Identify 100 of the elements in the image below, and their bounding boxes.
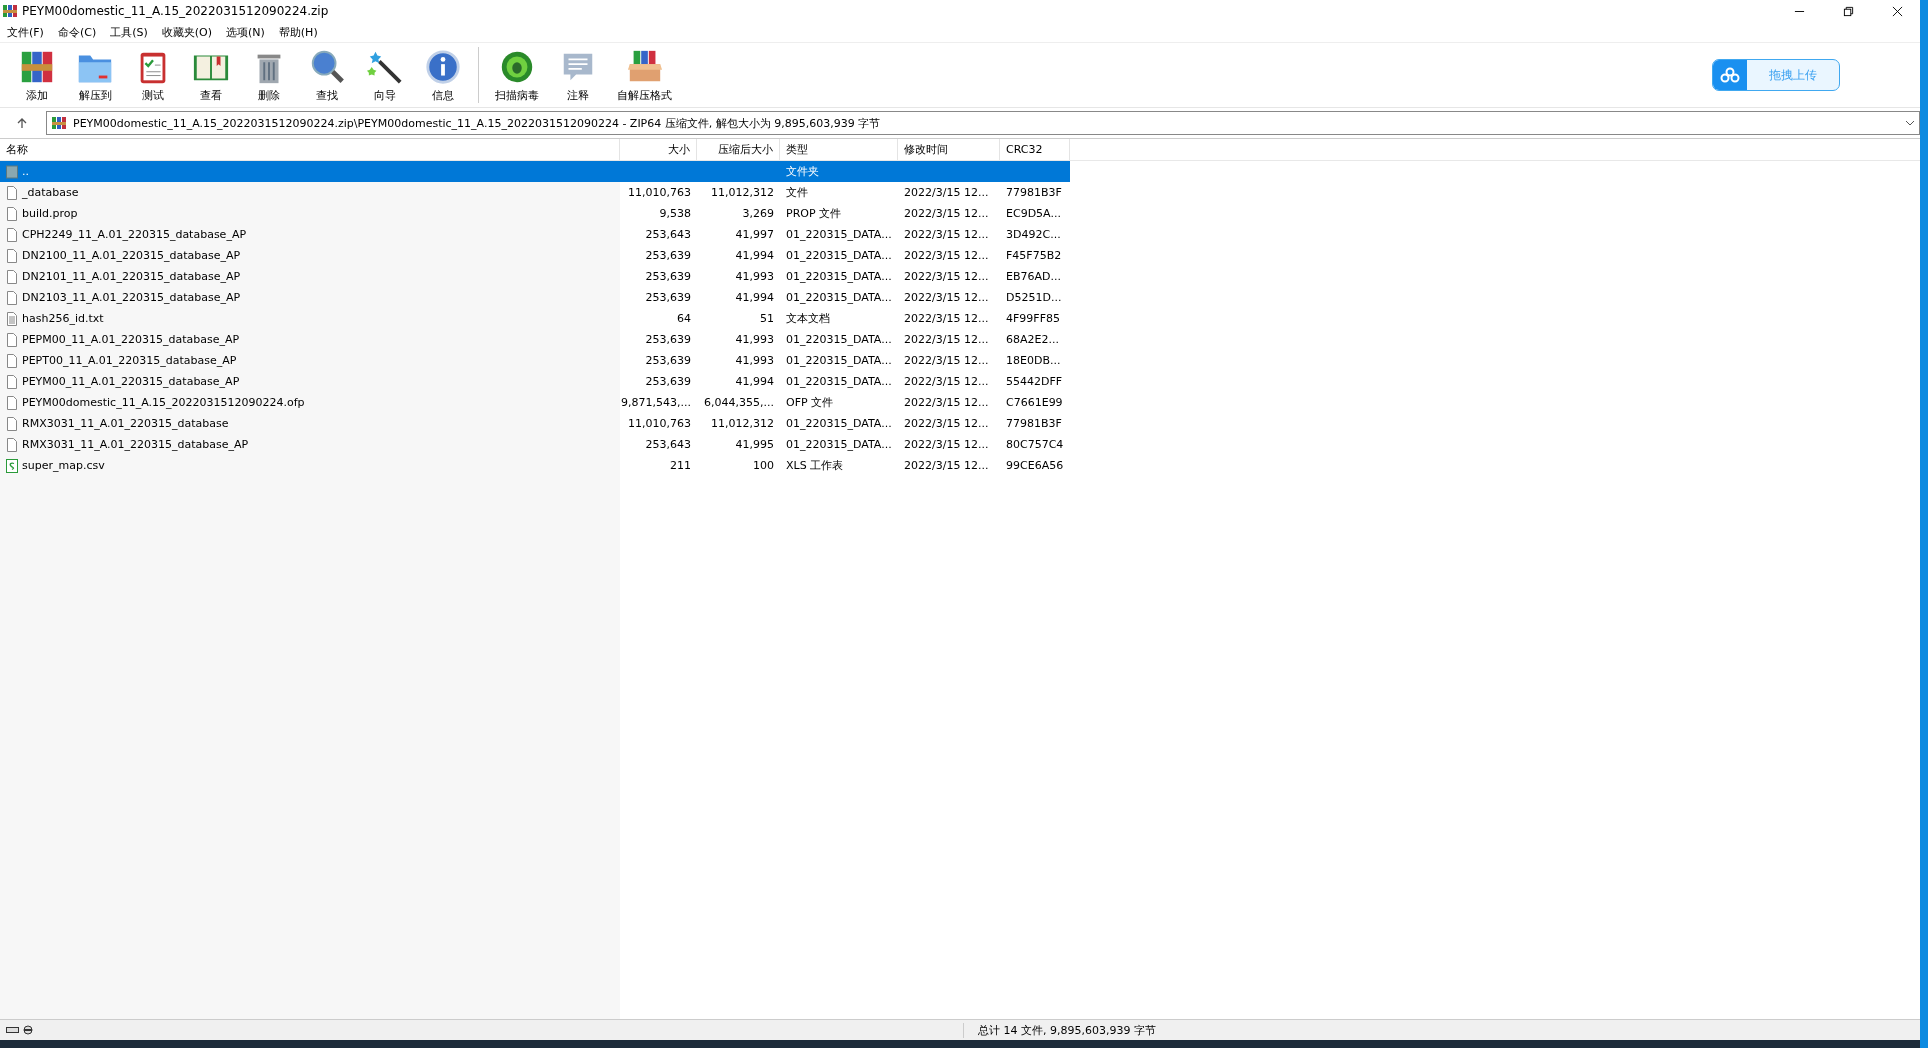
table-cell: 2022/3/15 12... <box>904 459 989 472</box>
toolbar-button[interactable]: 自解压格式 <box>611 45 678 105</box>
file-row[interactable]: PEYM00domestic_11_A.15_2022031512090224.ofp 9,871,543,... 6,044,355,... OFP 文件 2022/3/15 12... C7661E99 <box>0 392 1920 413</box>
address-field[interactable]: PEYM00domestic_11_A.15_2022031512090224.zip\PEYM00domestic_11_A.15_2022031512090224 - ZIP64 压缩文件, 解包大小为 9,895,603,939 字节 <box>46 111 1920 135</box>
file-icon <box>6 416 18 431</box>
file-row[interactable]: hash256_id.txt 64 51 文本文档 2022/3/15 12... 4F99FF85 <box>0 308 1920 329</box>
file-icon <box>6 332 18 347</box>
table-cell: 253,639 <box>645 249 691 262</box>
file-row[interactable]: PEPT00_11_A.01_220315_database_AP 253,639 41,993 01_220315_DATA... 2022/3/15 12... 18E0DB... <box>0 350 1920 371</box>
file-row[interactable]: PEYM00_11_A.01_220315_database_AP 253,639 41,994 01_220315_DATA... 2022/3/15 12... 55442DFF <box>0 371 1920 392</box>
table-cell: 41,993 <box>735 333 774 346</box>
table-cell: 01_220315_DATA... <box>786 354 892 367</box>
cloud-icon <box>1713 60 1747 90</box>
file-row[interactable]: .. 文件夹 <box>0 161 1070 182</box>
toolbar-button[interactable]: 注释 <box>553 45 603 105</box>
toolbar-button[interactable]: 测试 <box>128 45 178 105</box>
table-cell: 01_220315_DATA... <box>786 291 892 304</box>
file-name: RMX3031_11_A.01_220315_database <box>22 417 229 430</box>
file-icon <box>6 227 18 242</box>
menu-item[interactable]: 工具(S) <box>110 24 148 40</box>
file-icon <box>6 290 18 305</box>
file-name: DN2103_11_A.01_220315_database_AP <box>22 291 241 304</box>
restore-icon[interactable] <box>1843 5 1854 17</box>
file-row[interactable]: PEPM00_11_A.01_220315_database_AP 253,639 41,993 01_220315_DATA... 2022/3/15 12... 68A2E2... <box>0 329 1920 350</box>
table-cell: 01_220315_DATA... <box>786 333 892 346</box>
menu-item[interactable]: 帮助(H) <box>278 24 318 40</box>
column-header[interactable]: 修改时间 <box>898 139 1000 160</box>
table-cell: 文件夹 <box>786 164 819 179</box>
table-cell: C7661E99 <box>1006 396 1063 409</box>
file-row[interactable]: RMX3031_11_A.01_220315_database 11,010,763 11,012,312 01_220315_DATA... 2022/3/15 12... 77981B3F <box>0 413 1920 434</box>
file-name: DN2100_11_A.01_220315_database_AP <box>22 249 241 262</box>
file-row[interactable]: RMX3031_11_A.01_220315_database_AP 253,643 41,995 01_220315_DATA... 2022/3/15 12... 80C757C4 <box>0 434 1920 455</box>
table-cell: 2022/3/15 12... <box>904 438 989 451</box>
toolbar-button[interactable]: 添加 <box>12 45 62 105</box>
table-cell: 41,994 <box>735 291 774 304</box>
up-arrow-icon[interactable] <box>16 117 28 129</box>
table-cell: 253,639 <box>645 291 691 304</box>
column-header[interactable]: 类型 <box>780 139 898 160</box>
table-cell: 2022/3/15 12... <box>904 207 989 220</box>
column-header[interactable]: 名称 <box>0 139 620 160</box>
file-row[interactable]: _database 11,010,763 11,012,312 文件 2022/3/15 12... 77981B3F <box>0 182 1920 203</box>
table-cell: 77981B3F <box>1006 417 1062 430</box>
table-cell: 01_220315_DATA... <box>786 438 892 451</box>
column-header[interactable]: 大小 <box>620 139 697 160</box>
toolbar-button[interactable]: 查找 <box>302 45 352 105</box>
table-cell: 4F99FF85 <box>1006 312 1060 325</box>
file-name: build.prop <box>22 207 78 220</box>
table-cell: 文件 <box>786 185 808 200</box>
file-icon <box>6 206 18 221</box>
menu-item[interactable]: 文件(F) <box>7 24 44 40</box>
toolbar-button[interactable]: 删除 <box>244 45 294 105</box>
file-name: CPH2249_11_A.01_220315_database_AP <box>22 228 247 241</box>
table-cell: 253,643 <box>645 228 691 241</box>
menu-item[interactable]: 命令(C) <box>57 24 97 40</box>
table-cell: 3D492C... <box>1006 228 1061 241</box>
table-cell: 2022/3/15 12... <box>904 228 989 241</box>
table-cell: 51 <box>760 312 774 325</box>
table-cell: PROP 文件 <box>786 206 842 221</box>
table-cell: 9,871,543,... <box>621 396 691 409</box>
table-cell: 2022/3/15 12... <box>904 354 989 367</box>
table-cell: 253,639 <box>645 375 691 388</box>
spreadsheet-icon <box>6 458 18 473</box>
table-cell: 41,995 <box>735 438 774 451</box>
table-cell: 11,010,763 <box>628 417 691 430</box>
menu-item[interactable]: 收藏夹(O) <box>161 24 212 40</box>
file-name: PEPT00_11_A.01_220315_database_AP <box>22 354 237 367</box>
table-cell: 01_220315_DATA... <box>786 228 892 241</box>
table-cell: 41,993 <box>735 354 774 367</box>
dropdown-icon <box>1905 120 1915 126</box>
file-icon <box>6 374 18 389</box>
table-cell: XLS 工作表 <box>786 458 844 473</box>
menu-item[interactable]: 选项(N) <box>226 24 265 40</box>
column-header[interactable]: 压缩后大小 <box>697 139 780 160</box>
table-cell: 253,639 <box>645 333 691 346</box>
toolbar-button[interactable]: 信息 <box>418 45 468 105</box>
table-cell: 01_220315_DATA... <box>786 375 892 388</box>
table-cell: 11,010,763 <box>628 186 691 199</box>
toolbar-button[interactable]: 向导 <box>360 45 410 105</box>
file-name: PEYM00_11_A.01_220315_database_AP <box>22 375 240 388</box>
table-cell: D5251D... <box>1006 291 1062 304</box>
table-cell: 2022/3/15 12... <box>904 249 989 262</box>
toolbar-button[interactable]: 扫描病毒 <box>489 45 545 105</box>
file-row[interactable]: super_map.csv 211 100 XLS 工作表 2022/3/15 12... 99CE6A56 <box>0 455 1920 476</box>
table-cell: F45F75B2 <box>1006 249 1062 262</box>
table-cell: 2022/3/15 12... <box>904 291 989 304</box>
toolbar-button[interactable]: 解压到 <box>70 45 120 105</box>
file-row[interactable]: CPH2249_11_A.01_220315_database_AP 253,643 41,997 01_220315_DATA... 2022/3/15 12... 3D492C... <box>0 224 1920 245</box>
file-row[interactable]: DN2101_11_A.01_220315_database_AP 253,639 41,993 01_220315_DATA... 2022/3/15 12... EB76AD... <box>0 266 1920 287</box>
file-row[interactable]: DN2103_11_A.01_220315_database_AP 253,639 41,994 01_220315_DATA... 2022/3/15 12... D5251D... <box>0 287 1920 308</box>
table-cell: 2022/3/15 12... <box>904 396 989 409</box>
file-row[interactable]: build.prop 9,538 3,269 PROP 文件 2022/3/15 12... EC9D5A... <box>0 203 1920 224</box>
table-cell: 2022/3/15 12... <box>904 186 989 199</box>
file-row[interactable]: DN2100_11_A.01_220315_database_AP 253,639 41,994 01_220315_DATA... 2022/3/15 12... F45F75B2 <box>0 245 1920 266</box>
column-header[interactable]: CRC32 <box>1000 139 1070 160</box>
toolbar-button[interactable]: 查看 <box>186 45 236 105</box>
close-icon[interactable] <box>1892 5 1903 17</box>
file-name: RMX3031_11_A.01_220315_database_AP <box>22 438 249 451</box>
table-cell: 64 <box>677 312 691 325</box>
table-cell: 3,269 <box>742 207 774 220</box>
table-cell: 100 <box>753 459 774 472</box>
